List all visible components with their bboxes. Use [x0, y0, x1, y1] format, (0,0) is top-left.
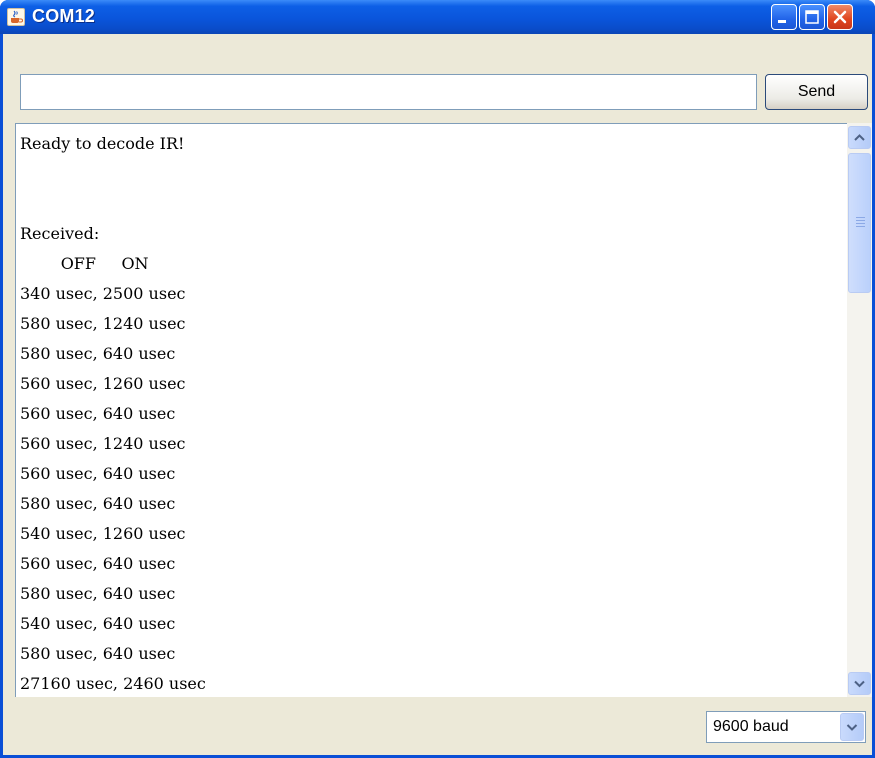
serial-monitor-window: COM12 Send Ready to decode IR! Received:… [0, 0, 875, 758]
baud-rate-select[interactable]: 9600 baud [706, 711, 866, 743]
minimize-icon [778, 20, 786, 23]
title-bar[interactable]: COM12 [0, 0, 875, 34]
output-line: 580 usec, 640 usec [20, 344, 176, 363]
baud-dropdown-button[interactable] [840, 713, 864, 741]
output-line: 27160 usec, 2460 usec [20, 674, 206, 693]
output-line: 540 usec, 1260 usec [20, 524, 186, 543]
output-line: Received: [20, 224, 100, 243]
output-line: 540 usec, 640 usec [20, 614, 176, 633]
scrollbar-thumb[interactable] [848, 153, 871, 293]
output-line: 580 usec, 1240 usec [20, 314, 186, 333]
output-line: 560 usec, 640 usec [20, 554, 176, 573]
grip-line [856, 226, 865, 227]
output-line: 560 usec, 640 usec [20, 404, 176, 423]
output-line: 340 usec, 2500 usec [20, 284, 186, 303]
output-line: OFF ON [20, 254, 149, 273]
maximize-icon [805, 10, 819, 24]
grip-line [856, 217, 865, 218]
chevron-down-icon [854, 680, 865, 688]
baud-rate-value: 9600 baud [713, 718, 789, 735]
scroll-up-button[interactable] [848, 126, 871, 149]
grip-line [856, 220, 865, 221]
output-line: 580 usec, 640 usec [20, 644, 176, 663]
java-coffee-cup-icon[interactable] [7, 8, 25, 26]
output-line: 560 usec, 640 usec [20, 464, 176, 483]
send-input[interactable] [20, 74, 757, 110]
close-button[interactable] [827, 4, 853, 30]
chevron-up-icon [854, 134, 865, 141]
output-line: 560 usec, 1240 usec [20, 434, 186, 453]
serial-output-area[interactable]: Ready to decode IR! Received: OFF ON 340… [15, 123, 847, 697]
minimize-button[interactable] [771, 4, 797, 30]
scroll-down-button[interactable] [848, 672, 871, 695]
output-line: 580 usec, 640 usec [20, 494, 176, 513]
chevron-down-icon [846, 724, 858, 731]
vertical-scrollbar[interactable] [847, 123, 872, 697]
output-line: 560 usec, 1260 usec [20, 374, 186, 393]
window-title: COM12 [32, 6, 96, 26]
output-line: 580 usec, 640 usec [20, 584, 176, 603]
send-button[interactable]: Send [765, 74, 868, 110]
grip-line [856, 223, 865, 224]
close-icon [833, 10, 847, 24]
output-line: Ready to decode IR! [20, 134, 185, 153]
maximize-button[interactable] [799, 4, 825, 30]
